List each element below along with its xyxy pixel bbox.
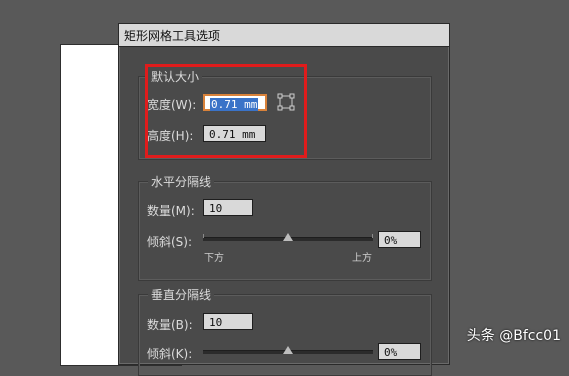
dialog-titlebar[interactable]: 矩形网格工具选项	[119, 24, 449, 47]
dialog-title: 矩形网格工具选项	[124, 29, 221, 43]
slider-max-tick	[372, 234, 373, 238]
vertical-count-input[interactable]: 10	[203, 313, 253, 330]
highlight-annotation-box	[145, 64, 307, 158]
horizontal-count-label: 数量(M):	[147, 204, 195, 218]
horizontal-dividers-title: 水平分隔线	[148, 173, 215, 190]
horizontal-count-input[interactable]: 10	[203, 199, 253, 216]
vertical-skew-label: 倾斜(K):	[147, 347, 193, 361]
vertical-dividers-title: 垂直分隔线	[148, 286, 215, 303]
vertical-dividers-panel: 垂直分隔线	[138, 286, 432, 376]
horizontal-skew-thumb[interactable]	[283, 233, 293, 241]
horizontal-skew-label: 倾斜(S):	[147, 235, 193, 249]
horizontal-skew-input[interactable]: 0%	[378, 231, 421, 248]
horizontal-skew-min-label: 下方	[204, 253, 224, 264]
vertical-count-label: 数量(B):	[147, 318, 193, 332]
horizontal-skew-max-label: 上方	[352, 253, 372, 264]
slider-min-tick	[203, 234, 204, 238]
vertical-skew-input[interactable]: 0%	[378, 343, 421, 360]
vertical-skew-thumb[interactable]	[283, 346, 293, 354]
watermark: 头条 @Bfcc01	[466, 328, 561, 344]
